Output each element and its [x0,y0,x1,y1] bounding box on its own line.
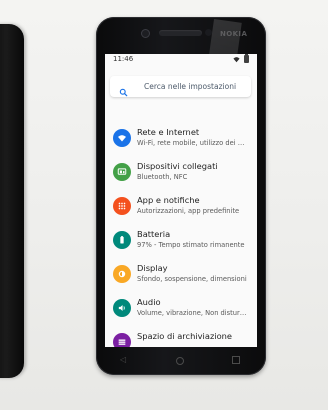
setting-subtitle: Volume, vibrazione, Non disturbare [137,309,248,317]
home-icon[interactable] [176,357,184,365]
wifi-status-icon [233,56,240,63]
setting-subtitle: Wi-Fi, rete mobile, utilizzo dei dati [137,139,248,147]
settings-search-bar[interactable]: Cerca nelle impostazioni [110,76,251,97]
setting-subtitle: Bluetooth, NFC [137,173,188,181]
status-icons [233,54,249,63]
back-icon[interactable]: ◁ [120,356,128,364]
battery-icon [113,231,131,249]
settings-item-audio[interactable]: Audio Volume, vibrazione, Non disturbare [105,294,257,328]
setting-title: App e notifiche [137,195,200,205]
battery-status-icon [244,54,249,63]
photo-scene: NOKIA 11:46 Cerca nelle impostazioni Ret… [0,0,328,410]
status-time: 11:46 [113,55,134,63]
earpiece-speaker [159,30,202,36]
status-bar: 11:46 [105,54,257,65]
navigation-bar: ◁ [96,347,266,375]
devices-icon [113,163,131,181]
settings-item-rete-internet[interactable]: Rete e Internet Wi-Fi, rete mobile, util… [105,124,257,158]
settings-item-archiviazione[interactable]: Spazio di archiviazione [105,328,257,347]
apps-icon [113,197,131,215]
setting-subtitle: Autorizzazioni, app predefinite [137,207,240,215]
audio-icon [113,299,131,317]
setting-title: Batteria [137,229,171,239]
settings-item-dispositivi-collegati[interactable]: Dispositivi collegati Bluetooth, NFC [105,158,257,192]
settings-list: Rete e Internet Wi-Fi, rete mobile, util… [105,124,257,347]
settings-item-app-notifiche[interactable]: App e notifiche Autorizzazioni, app pred… [105,192,257,226]
wifi-icon [113,129,131,147]
smartphone: NOKIA 11:46 Cerca nelle impostazioni Ret… [96,17,266,375]
settings-item-batteria[interactable]: Batteria 97% - Tempo stimato rimanente [105,226,257,260]
storage-icon [113,333,131,347]
setting-title: Rete e Internet [137,127,200,137]
setting-title: Dispositivi collegati [137,161,218,171]
setting-subtitle: 97% - Tempo stimato rimanente [137,241,245,249]
proximity-sensor [205,29,212,36]
brand-logo: NOKIA [220,30,248,38]
setting-title: Spazio di archiviazione [137,331,233,341]
phone-screen: 11:46 Cerca nelle impostazioni Rete e In… [105,54,257,347]
adjacent-phone-edge [0,24,24,378]
setting-subtitle: Sfondo, sospensione, dimensioni [137,275,247,283]
settings-item-display[interactable]: Display Sfondo, sospensione, dimensioni [105,260,257,294]
display-icon [113,265,131,283]
front-camera [141,29,150,38]
setting-title: Audio [137,297,161,307]
search-placeholder: Cerca nelle impostazioni [144,82,237,91]
search-icon [119,82,128,97]
recents-icon[interactable] [232,356,240,364]
setting-title: Display [137,263,168,273]
